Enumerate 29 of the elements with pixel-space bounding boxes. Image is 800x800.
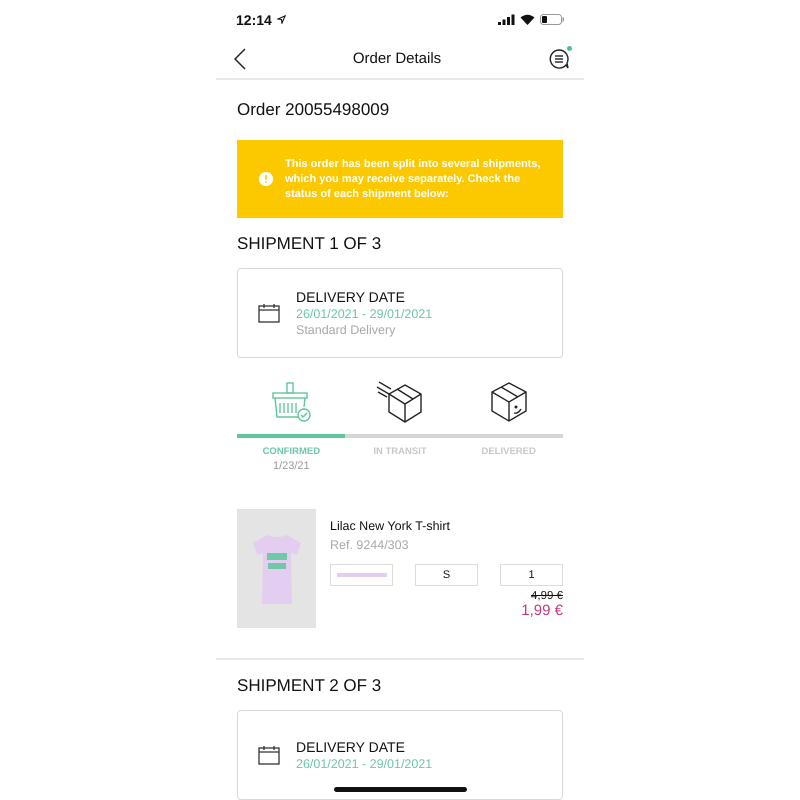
product-name: Lilac New York T-shirt: [330, 519, 451, 533]
chat-button[interactable]: [548, 48, 570, 70]
shipment-heading: SHIPMENT 1 OF 3: [237, 234, 382, 254]
status-time: 12:14: [236, 12, 272, 28]
back-button[interactable]: [234, 48, 246, 70]
delivery-dates: 26/01/2021 - 29/01/2021: [296, 307, 432, 321]
notice-text: This order has been split into several shipments, which you may receive separately. Check the status of each shipment below:: [285, 156, 542, 202]
signal-icon: [498, 14, 515, 26]
size-value: S: [415, 564, 478, 586]
box-icon: [488, 380, 529, 424]
calendar-icon: [258, 303, 280, 323]
shipment-heading: SHIPMENT 2 OF 3: [237, 676, 382, 696]
location-arrow-icon: [276, 15, 286, 24]
delivery-label: DELIVERY DATE: [296, 289, 406, 305]
product-ref: Ref. 9244/303: [330, 538, 410, 552]
wifi-icon: [520, 14, 535, 26]
step-label: CONFIRMED: [262, 446, 320, 457]
alert-icon: [259, 172, 273, 186]
order-number: Order 20055498009: [237, 100, 390, 120]
delivery-label: DELIVERY DATE: [296, 739, 406, 755]
original-price: 4,99 €: [531, 590, 563, 602]
delivery-method: Standard Delivery: [296, 323, 396, 337]
battery-icon: [540, 14, 564, 26]
quantity-value: 1: [500, 564, 563, 586]
step-date: 1/23/21: [272, 460, 310, 472]
sale-price: 1,99 €: [521, 602, 563, 619]
delivery-dates: 26/01/2021 - 29/01/2021: [296, 757, 432, 771]
page-title: Order Details: [352, 50, 442, 68]
calendar-icon: [258, 745, 280, 765]
